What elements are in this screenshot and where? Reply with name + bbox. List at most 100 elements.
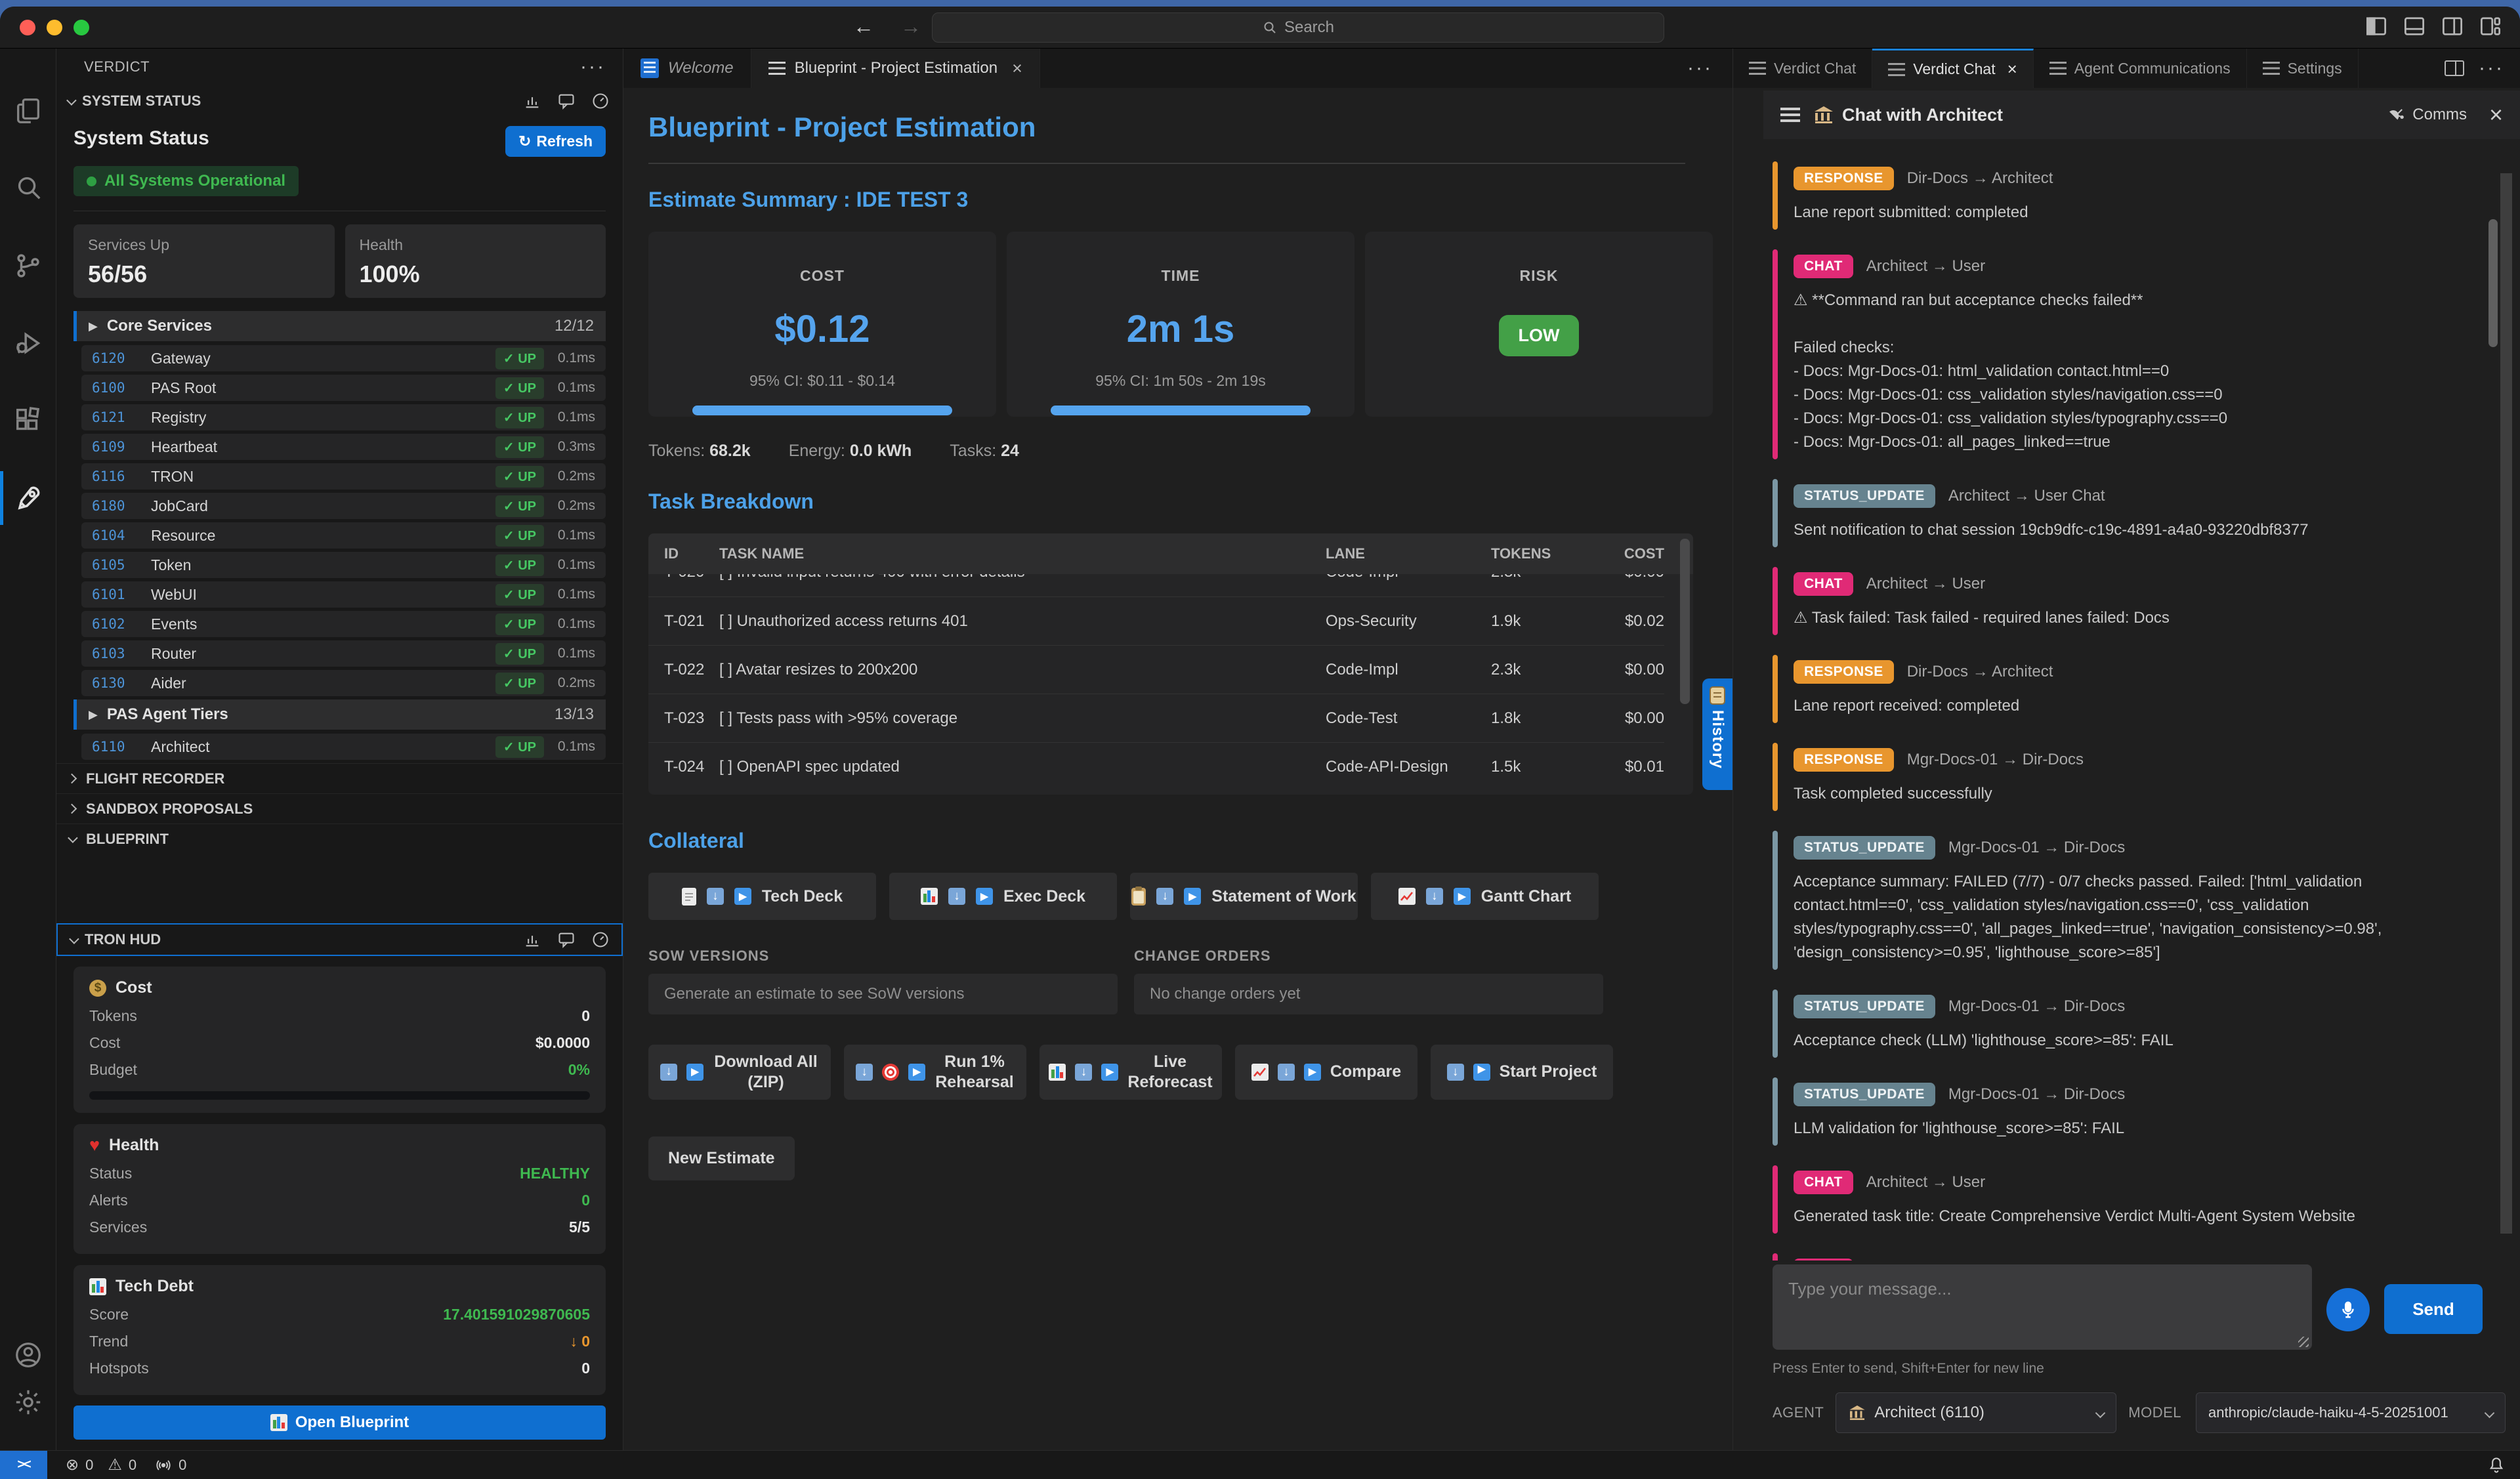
message-input[interactable] — [1773, 1264, 2312, 1350]
group-pas-agent-tiers[interactable]: ▶ PAS Agent Tiers 13/13 — [74, 699, 606, 730]
action-button[interactable]: ↓ ▶ Start Project — [1431, 1045, 1613, 1100]
service-port: 6101 — [92, 587, 140, 602]
window-controls[interactable] — [20, 20, 89, 35]
tab-verdict-chat-2[interactable]: Verdict Chat × — [1872, 49, 2033, 88]
section-tron-hud[interactable]: TRON HUD — [56, 923, 623, 956]
table-row[interactable]: T-020 [ ] Invalid input returns 400 with… — [648, 574, 1664, 596]
message-route: Mgr-Docs-01 → Dir-Docs — [1948, 997, 2125, 1016]
toggle-secondary-sidebar-icon[interactable] — [2441, 16, 2464, 36]
close-tab-icon[interactable]: × — [2007, 59, 2017, 79]
back-icon[interactable]: ← — [853, 14, 874, 39]
close-window-button[interactable] — [20, 20, 35, 35]
chat-scrollbar-thumb[interactable] — [2488, 219, 2498, 347]
section-system-status[interactable]: SYSTEM STATUS — [56, 85, 623, 117]
sidebar-more-actions-icon[interactable]: ··· — [580, 56, 606, 78]
customize-layout-icon[interactable] — [2479, 16, 2502, 36]
model-select[interactable]: anthropic/claude-haiku-4-5-20251001 — [2196, 1392, 2506, 1433]
section-blueprint[interactable]: BLUEPRINT — [56, 823, 623, 854]
tab-welcome[interactable]: Welcome — [623, 49, 751, 88]
chart-icon[interactable] — [523, 92, 541, 110]
account-icon[interactable] — [13, 1340, 43, 1370]
task-lane: Code-Test — [1326, 709, 1491, 728]
service-row[interactable]: 6110 Architect ✓ UP 0.1ms — [81, 734, 606, 760]
service-row[interactable]: 6103 Router ✓ UP 0.1ms — [81, 640, 606, 667]
action-button[interactable]: ↓ ▶ Live Reforecast — [1040, 1045, 1222, 1100]
service-row[interactable]: 6100 PAS Root ✓ UP 0.1ms — [81, 375, 606, 401]
new-estimate-button[interactable]: New Estimate — [648, 1136, 795, 1180]
table-row[interactable]: T-021 [ ] Unauthorized access returns 40… — [648, 596, 1664, 645]
menu-icon[interactable] — [1780, 108, 1800, 122]
split-editor-icon[interactable] — [2445, 60, 2464, 76]
service-row[interactable]: 6105 Token ✓ UP 0.1ms — [81, 552, 606, 578]
service-row[interactable]: 6104 Resource ✓ UP 0.1ms — [81, 522, 606, 549]
toggle-primary-sidebar-icon[interactable] — [2365, 16, 2387, 36]
alerts-value: 0 — [581, 1192, 590, 1209]
collateral-button[interactable]: ↓ ▶ Tech Deck — [648, 873, 876, 920]
service-name: Heartbeat — [151, 438, 217, 456]
comment-icon[interactable] — [557, 92, 576, 110]
tab-verdict-chat-1[interactable]: Verdict Chat — [1733, 49, 1872, 88]
mic-button[interactable] — [2326, 1288, 2370, 1331]
comment-icon[interactable] — [557, 930, 576, 949]
minimize-window-button[interactable] — [47, 20, 62, 35]
collateral-button[interactable]: ↓ ▶ Statement of Work — [1130, 873, 1358, 920]
run-debug-icon[interactable] — [0, 304, 56, 382]
settings-gear-icon[interactable] — [13, 1387, 43, 1417]
forward-icon[interactable]: → — [900, 14, 921, 39]
refresh-button[interactable]: ↻ Refresh — [505, 126, 606, 157]
chat-input-row: Send — [1763, 1260, 2520, 1353]
problems-indicator[interactable]: ⊗ 0 ⚠ 0 — [66, 1455, 136, 1474]
tab-settings[interactable]: Settings — [2247, 49, 2359, 88]
section-sandbox-proposals[interactable]: SANDBOX PROPOSALS — [56, 793, 623, 823]
close-tab-icon[interactable]: × — [1012, 58, 1022, 79]
tab-agent-communications[interactable]: Agent Communications — [2034, 49, 2247, 88]
service-row[interactable]: 6180 JobCard ✓ UP 0.2ms — [81, 493, 606, 519]
group-core-services[interactable]: ▶ Core Services 12/12 — [74, 311, 606, 341]
explorer-icon[interactable] — [0, 72, 56, 150]
history-tab[interactable]: History — [1702, 678, 1732, 790]
collateral-button[interactable]: ↓ ▶ Exec Deck — [889, 873, 1117, 920]
service-row[interactable]: 6102 Events ✓ UP 0.1ms — [81, 611, 606, 637]
action-button[interactable]: ↓ ▶ Download All (ZIP) — [648, 1045, 831, 1100]
source-control-icon[interactable] — [0, 227, 56, 304]
remote-indicator[interactable]: >< — [0, 1451, 47, 1479]
table-row[interactable]: T-023 [ ] Tests pass with >95% coverage … — [648, 694, 1664, 742]
service-row[interactable]: 6116 TRON ✓ UP 0.2ms — [81, 463, 606, 490]
chart-icon[interactable] — [523, 930, 541, 949]
toggle-panel-icon[interactable] — [2403, 16, 2426, 36]
table-row[interactable]: T-024 [ ] OpenAPI spec updated Code-API-… — [648, 742, 1664, 791]
download-icon: ↓ — [1156, 888, 1173, 905]
chat-scrollbar-track[interactable] — [2500, 173, 2512, 1234]
section-flight-recorder[interactable]: FLIGHT RECORDER — [56, 763, 623, 793]
notifications-bell-icon[interactable] — [2487, 1456, 2506, 1474]
play-icon: ▶ — [976, 888, 993, 905]
service-row[interactable]: 6101 WebUI ✓ UP 0.1ms — [81, 581, 606, 608]
editor-more-actions-icon[interactable]: ··· — [1687, 57, 1732, 79]
agent-select[interactable]: Architect (6110) — [1836, 1392, 2116, 1433]
panel-more-actions-icon[interactable]: ··· — [2479, 57, 2504, 79]
service-row[interactable]: 6121 Registry ✓ UP 0.1ms — [81, 404, 606, 430]
tab-blueprint-project-estimation[interactable]: Blueprint - Project Estimation × — [751, 49, 1040, 88]
close-chat-icon[interactable]: × — [2489, 103, 2503, 127]
verdict-extension-icon[interactable] — [0, 459, 56, 537]
maximize-window-button[interactable] — [74, 20, 89, 35]
service-row[interactable]: 6120 Gateway ✓ UP 0.1ms — [81, 345, 606, 371]
table-row[interactable]: T-022 [ ] Avatar resizes to 200x200 Code… — [648, 645, 1664, 694]
extensions-icon[interactable] — [0, 382, 56, 459]
send-button[interactable]: Send — [2384, 1284, 2483, 1334]
search-view-icon[interactable] — [0, 150, 56, 227]
open-blueprint-button[interactable]: Open Blueprint — [74, 1406, 606, 1440]
action-button[interactable]: ↓ ▶ Run 1% Rehearsal — [844, 1045, 1026, 1100]
command-search-input[interactable]: Search — [932, 12, 1664, 43]
task-table: ID TASK NAME LANE TOKENS COST T-020 [ ] … — [648, 533, 1693, 795]
gauge-icon[interactable] — [591, 930, 610, 949]
table-scrollbar[interactable] — [1680, 539, 1690, 704]
list-icon — [1749, 62, 1766, 75]
service-row[interactable]: 6130 Aider ✓ UP 0.2ms — [81, 670, 606, 696]
action-button[interactable]: ↓ ▶ Compare — [1235, 1045, 1418, 1100]
collateral-button[interactable]: ↓ ▶ Gantt Chart — [1371, 873, 1599, 920]
comms-button[interactable]: Comms — [2387, 106, 2467, 124]
gauge-icon[interactable] — [591, 92, 610, 110]
service-row[interactable]: 6109 Heartbeat ✓ UP 0.3ms — [81, 434, 606, 460]
ports-indicator[interactable]: 0 — [155, 1457, 186, 1474]
